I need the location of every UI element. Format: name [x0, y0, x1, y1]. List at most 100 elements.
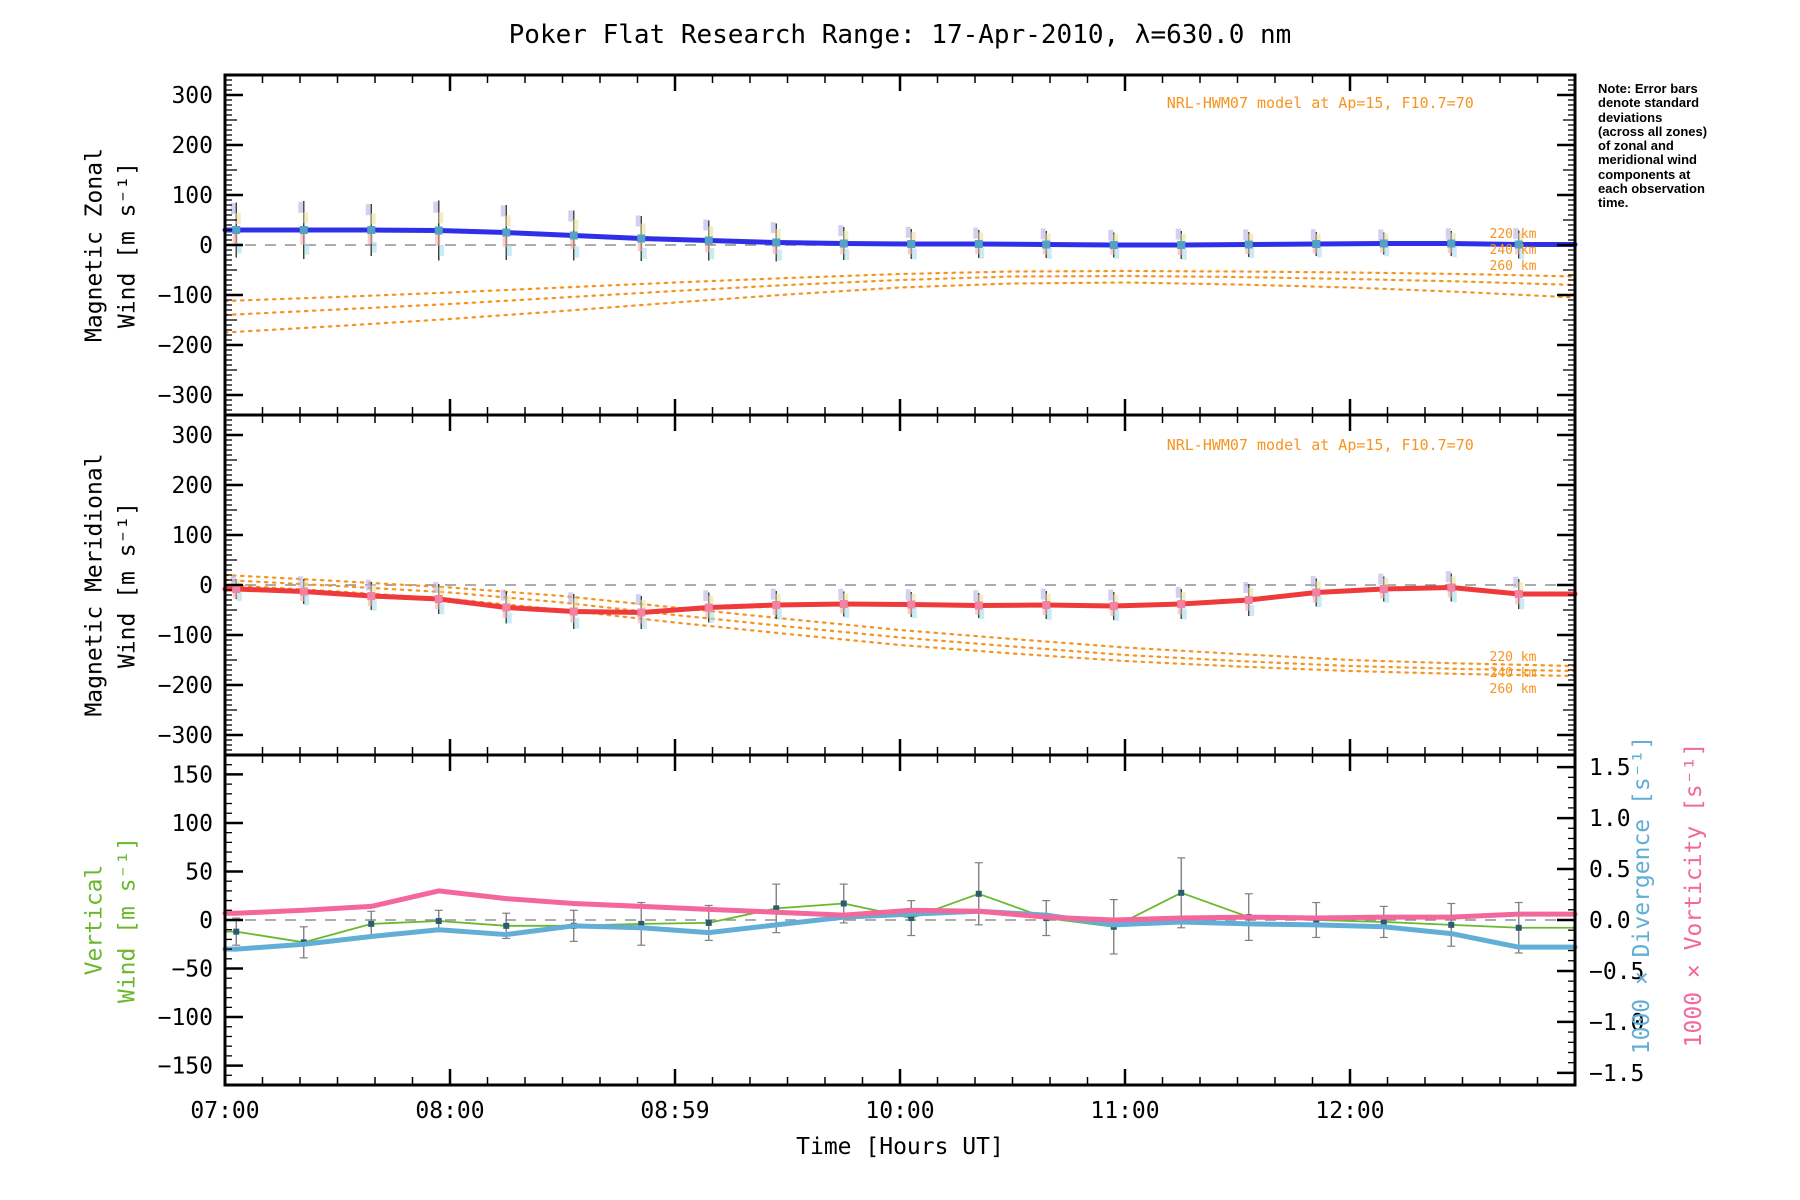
- zone-sample-marker: [1310, 229, 1316, 241]
- tick-label: 200: [171, 473, 213, 499]
- zonal-wind-marker: [974, 240, 983, 248]
- zone-sample-marker: [439, 244, 445, 256]
- meridional-wind-marker: [1177, 600, 1186, 608]
- tick-label: −1.5: [1589, 1061, 1644, 1087]
- tick-label: 0: [199, 233, 213, 259]
- zone-sample-marker: [1181, 248, 1187, 260]
- vertical-wind-marker: [1380, 918, 1387, 925]
- zonal-wind-marker: [704, 236, 713, 245]
- y-axis-label-divergence: 1000 × Divergence [s⁻¹]: [1629, 735, 1655, 1055]
- zone-sample-marker: [905, 589, 911, 601]
- zonal-wind-marker: [569, 231, 578, 240]
- meridional-wind-marker: [704, 603, 713, 612]
- vertical-wind-divergence-vorticity-panel: −150−100−50050100150−1.5−1.0−0.50.00.51.…: [158, 753, 1644, 1124]
- tick-label: 100: [171, 183, 213, 209]
- vertical-wind-marker: [705, 919, 712, 926]
- model-annotation: 220 km: [1490, 650, 1537, 665]
- meridional-wind-marker: [299, 587, 308, 596]
- zone-sample-marker: [973, 227, 979, 239]
- meridional-wind-marker: [569, 607, 578, 616]
- x-tick-label: 08:59: [640, 1098, 709, 1124]
- zone-sample-marker: [979, 608, 985, 620]
- zone-sample-marker: [703, 590, 709, 602]
- zone-sample-marker: [635, 215, 641, 227]
- zonal-wind-marker: [1109, 241, 1118, 249]
- zonal-wind-marker: [1244, 240, 1253, 249]
- x-tick-label: 11:00: [1090, 1098, 1159, 1124]
- zone-sample-marker: [1384, 591, 1390, 603]
- zone-sample-marker: [911, 248, 917, 260]
- zone-sample-marker: [1249, 605, 1255, 617]
- zone-sample-marker: [235, 212, 241, 224]
- zone-sample-marker: [1451, 246, 1457, 258]
- tick-label: −100: [158, 1005, 213, 1031]
- zone-sample-marker: [708, 226, 714, 238]
- zone-sample-marker: [775, 229, 781, 241]
- tick-label: 1.5: [1589, 755, 1631, 781]
- meridional-wind-marker: [367, 592, 376, 600]
- zonal-wind-line: [222, 227, 1578, 248]
- tick-label: −200: [158, 333, 213, 359]
- x-tick-label: 12:00: [1315, 1098, 1384, 1124]
- zone-sample-marker: [1445, 571, 1451, 583]
- zone-sample-marker: [1316, 596, 1322, 608]
- zone-sample-marker: [500, 589, 506, 601]
- x-tick-label: 08:00: [415, 1098, 484, 1124]
- zone-sample-marker: [979, 247, 985, 259]
- y-axis-label-vorticity: 1000 × Vorticity [s⁻¹]: [1681, 742, 1707, 1048]
- zonal-wind-marker: [367, 226, 376, 234]
- tick-label: 300: [171, 423, 213, 449]
- zone-sample-marker: [371, 599, 377, 611]
- meridional-wind-marker: [1109, 602, 1118, 610]
- tick-label: −100: [158, 283, 213, 309]
- meridional-wind-marker: [1379, 585, 1388, 593]
- model-annotation: 260 km: [1490, 682, 1537, 697]
- zone-sample-marker: [709, 248, 715, 260]
- zone-sample-marker: [506, 612, 512, 624]
- zone-sample-marker: [573, 219, 579, 231]
- zone-sample-marker: [1114, 247, 1120, 259]
- meridional-wind-marker: [637, 608, 646, 617]
- model-annotation: 260 km: [1490, 259, 1537, 274]
- zone-sample-marker: [1310, 576, 1316, 588]
- hwm07-220km-model-line: [223, 269, 1577, 303]
- zone-sample-marker: [1108, 589, 1114, 601]
- zone-sample-marker: [435, 234, 441, 246]
- zone-sample-marker: [1243, 582, 1249, 594]
- zone-sample-marker: [304, 594, 310, 606]
- zone-sample-marker: [1243, 229, 1249, 241]
- zone-sample-marker: [844, 606, 850, 618]
- zone-sample-marker: [1046, 608, 1052, 620]
- zone-sample-marker: [973, 590, 979, 602]
- tick-label: −100: [158, 623, 213, 649]
- meridional-wind-marker: [502, 603, 511, 612]
- meridional-wind-marker: [434, 595, 443, 603]
- vertical-wind-marker: [368, 920, 375, 927]
- zone-sample-marker: [1316, 246, 1322, 258]
- zone-sample-marker: [300, 233, 306, 245]
- zonal-wind-marker: [232, 226, 241, 234]
- vertical-wind-marker: [1178, 889, 1185, 896]
- zone-sample-marker: [641, 247, 647, 259]
- zone-sample-marker: [635, 594, 641, 606]
- zone-sample-marker: [298, 576, 304, 588]
- zone-sample-marker: [298, 201, 304, 213]
- zone-sample-marker: [1445, 228, 1451, 240]
- zone-sample-marker: [506, 245, 512, 257]
- model-annotation: 240 km: [1490, 243, 1537, 258]
- tick-label: 0.0: [1589, 908, 1631, 934]
- tick-label: 100: [171, 523, 213, 549]
- zone-sample-marker: [433, 201, 439, 213]
- meridional-wind-marker: [907, 600, 916, 609]
- hwm07-240km-model-line: [223, 274, 1577, 317]
- zone-sample-marker: [568, 592, 574, 604]
- tick-label: 0: [199, 573, 213, 599]
- magnetic-meridional-wind-panel: NRL-HWM07 model at Ap=15, F10.7=70 220 km…: [158, 413, 1578, 757]
- zone-sample-marker: [1181, 608, 1187, 620]
- zone-sample-marker: [1513, 576, 1519, 588]
- zone-sample-marker: [1378, 573, 1384, 585]
- vertical-wind-marker: [975, 890, 982, 897]
- meridional-wind-marker: [839, 600, 848, 608]
- zonal-wind-marker: [772, 238, 781, 247]
- zone-sample-marker: [438, 212, 444, 224]
